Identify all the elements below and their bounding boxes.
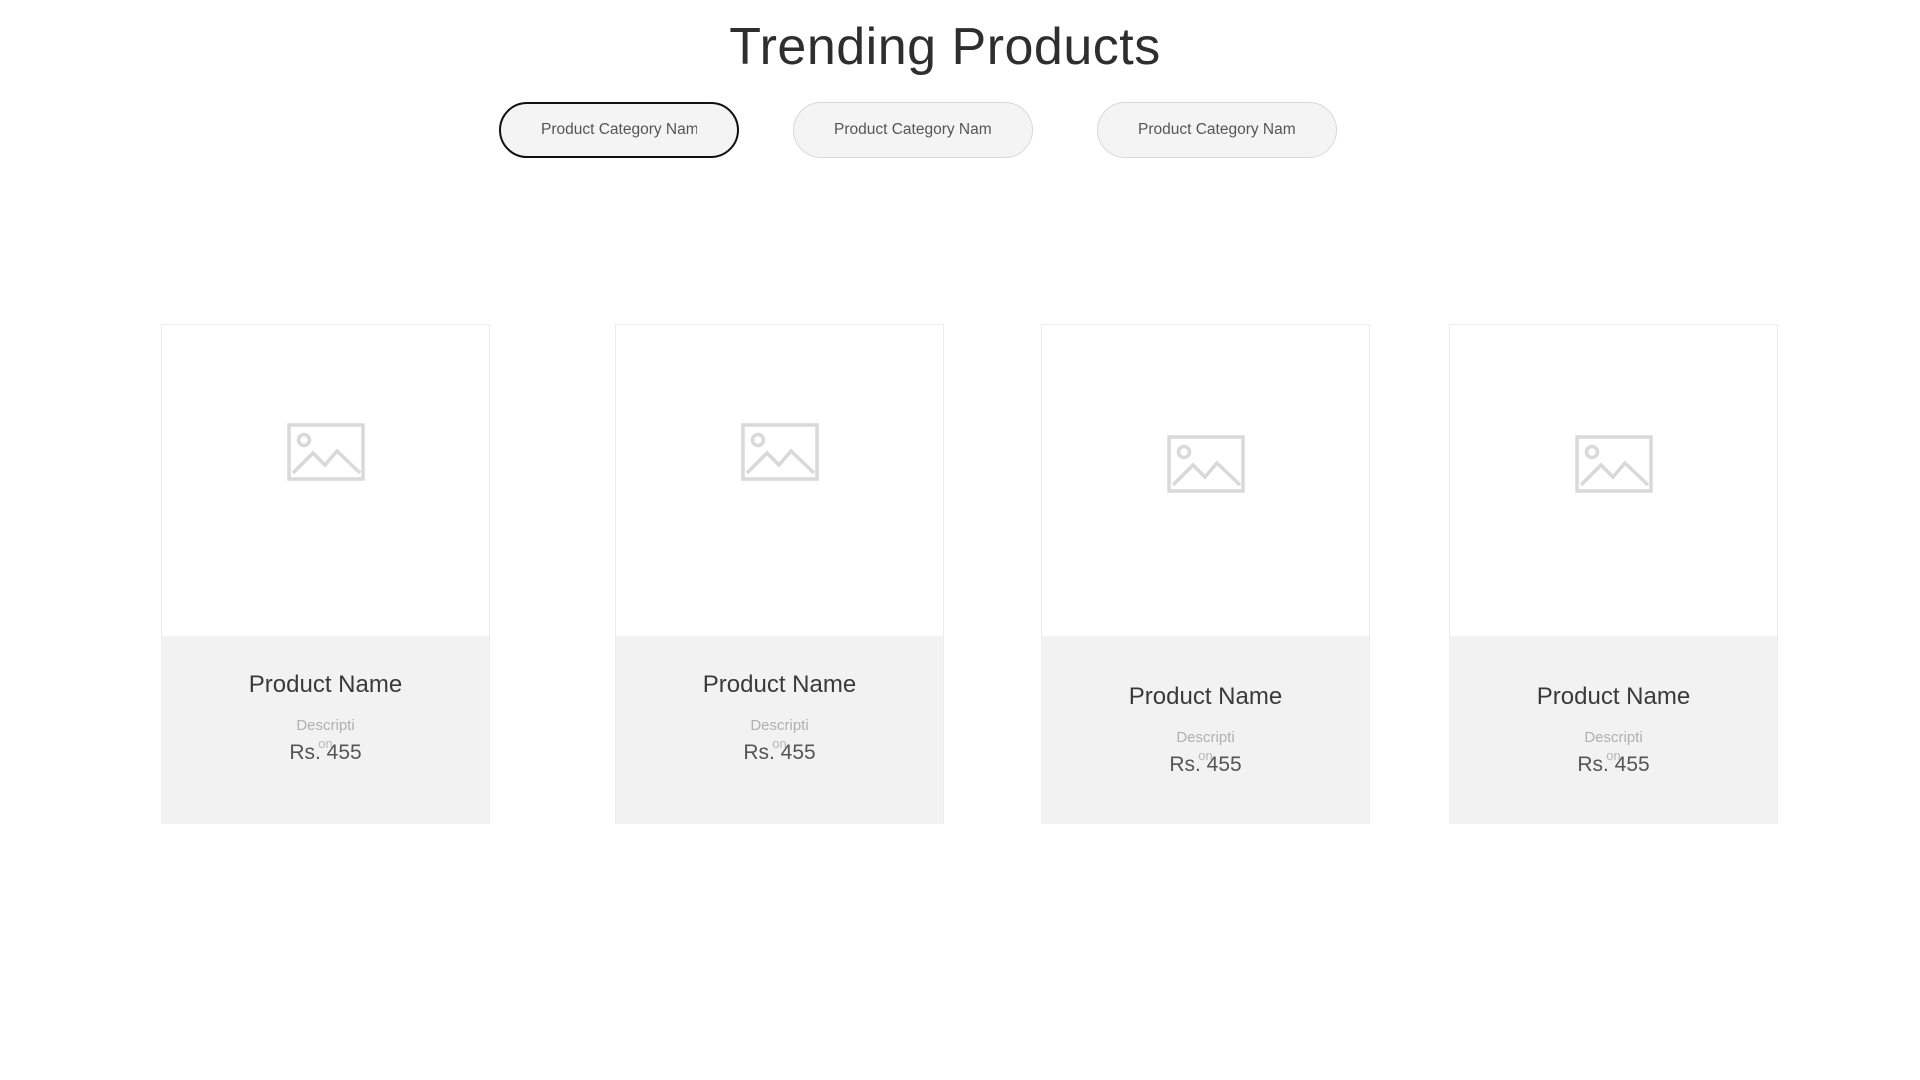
tab-label: Product Category Name	[834, 121, 992, 138]
product-description: Descripti	[750, 717, 809, 734]
product-image	[1042, 325, 1369, 636]
product-name: Product Name	[702, 671, 857, 698]
image-placeholder-icon	[1574, 435, 1653, 493]
product-price: Rs. 455	[1169, 753, 1242, 776]
product-image	[1450, 325, 1777, 636]
tab-category-3[interactable]: Product Category Name	[1097, 102, 1337, 158]
product-info: Product Name Descripti on Rs. 455	[1450, 636, 1777, 824]
tab-label: Product Category Name	[1138, 121, 1296, 138]
tab-category-1[interactable]: Product Category Name	[499, 102, 739, 158]
product-card[interactable]: Product Name Descripti on Rs. 455	[161, 324, 490, 824]
image-placeholder-icon	[740, 423, 819, 481]
product-price: Rs. 455	[743, 741, 816, 764]
tab-label: Product Category Name	[541, 121, 697, 138]
product-description: Descripti	[1176, 729, 1235, 746]
product-name: Product Name	[248, 671, 403, 698]
product-info: Product Name Descripti on Rs. 455	[162, 636, 489, 824]
category-tabs: Product Category Name Product Category N…	[0, 102, 1920, 162]
product-image	[162, 325, 489, 636]
product-card[interactable]: Product Name Descripti on Rs. 455	[615, 324, 944, 824]
product-info: Product Name Descripti on Rs. 455	[1042, 636, 1369, 824]
product-info: Product Name Descripti on Rs. 455	[616, 636, 943, 824]
product-name: Product Name	[1536, 683, 1691, 710]
product-description: Descripti	[296, 717, 355, 734]
product-name: Product Name	[1128, 683, 1283, 710]
image-placeholder-icon	[286, 423, 365, 481]
section-title: Trending Products	[729, 18, 1161, 76]
tab-category-2[interactable]: Product Category Name	[793, 102, 1033, 158]
product-card[interactable]: Product Name Descripti on Rs. 455	[1041, 324, 1370, 824]
product-price: Rs. 455	[289, 741, 362, 764]
product-card[interactable]: Product Name Descripti on Rs. 455	[1449, 324, 1778, 824]
product-image	[616, 325, 943, 636]
product-price: Rs. 455	[1577, 753, 1650, 776]
image-placeholder-icon	[1166, 435, 1245, 493]
trending-products-page: Trending Products Product Category Name …	[0, 0, 1920, 1080]
product-description: Descripti	[1584, 729, 1643, 746]
